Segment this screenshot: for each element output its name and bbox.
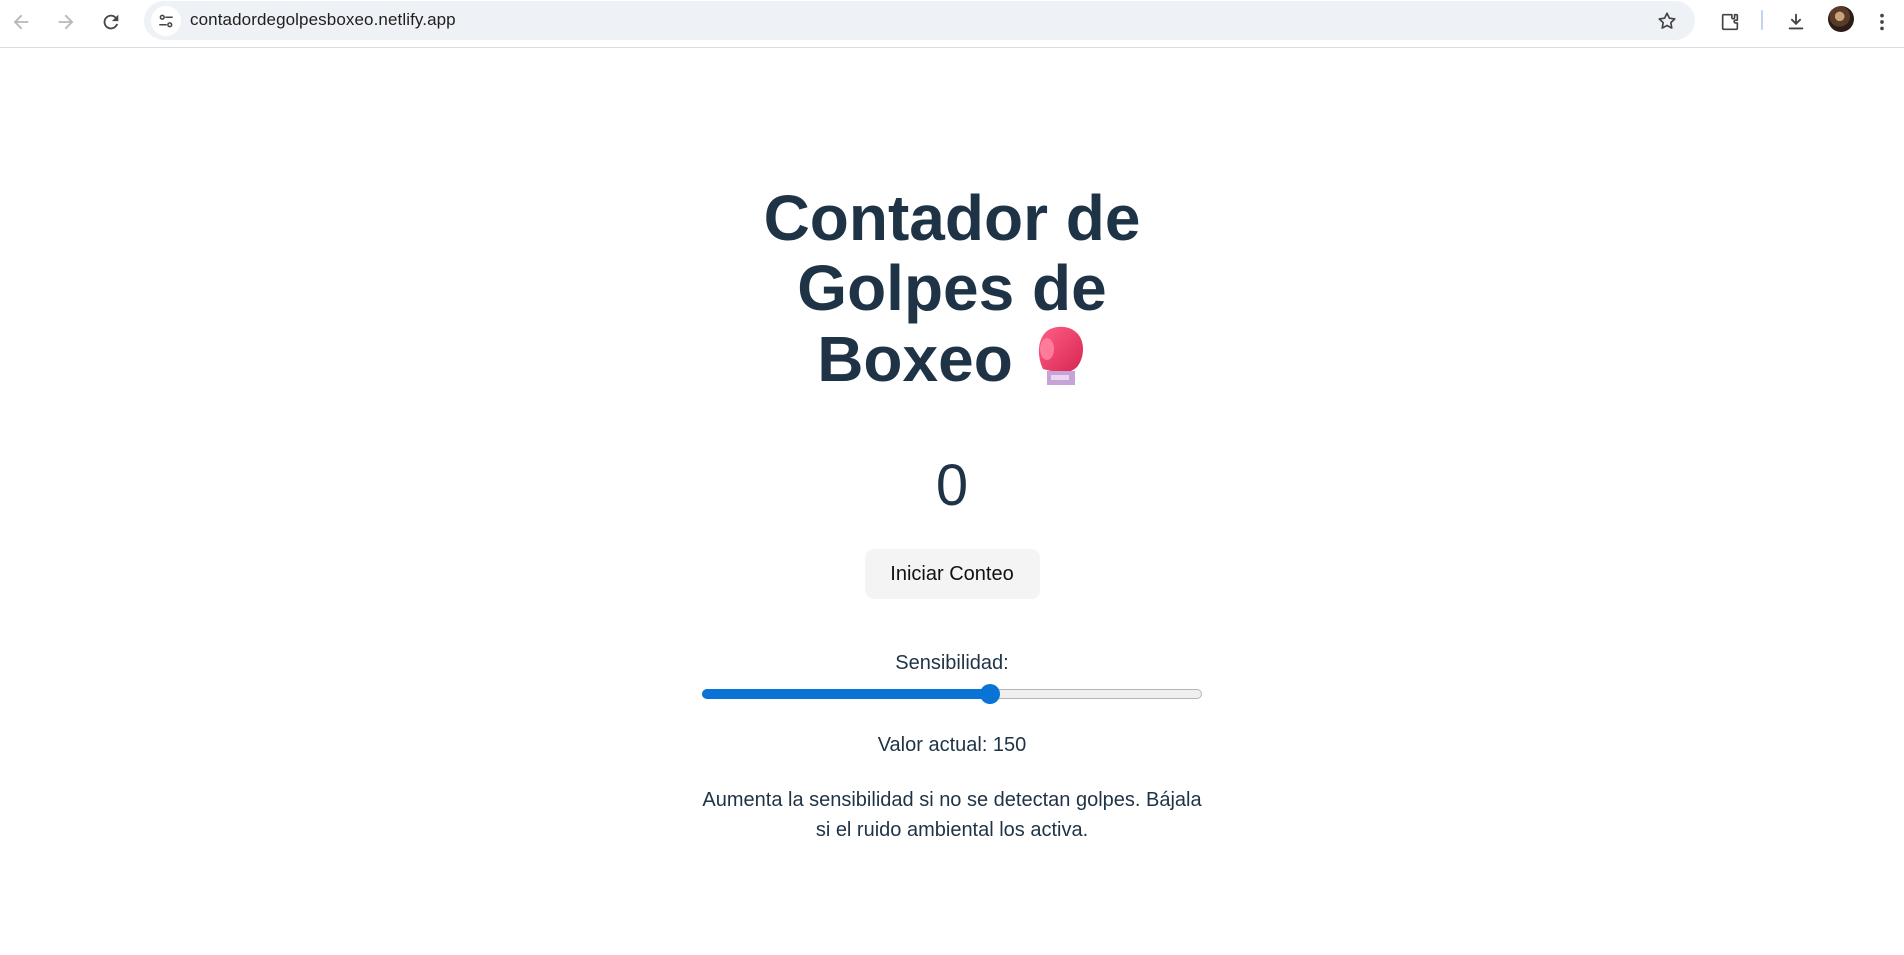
help-text: Aumenta la sensibilidad si no se detecta… [702,789,1202,841]
sensitivity-label: Sensibilidad: [895,652,1009,674]
slider-thumb[interactable] [980,684,1001,704]
reload-icon[interactable] [93,4,129,40]
browser-toolbar: contadordegolpesboxeo.netlify.app [0,0,1904,48]
sensitivity-slider[interactable] [702,684,1202,704]
extensions-icon[interactable] [1712,4,1748,40]
page-title: Contador de Golpes de Boxeo [717,183,1187,400]
page-content: Contador de Golpes de Boxeo 0 Iniciar Co… [0,49,1904,955]
current-value-text: Valor actual: 150 [877,734,1027,756]
back-arrow-icon[interactable] [3,4,39,40]
more-menu-icon[interactable] [1864,4,1900,40]
bookmark-star-icon[interactable] [1651,5,1683,37]
forward-arrow-icon[interactable] [48,4,84,40]
punch-counter: 0 [935,453,969,518]
toolbar-divider [1761,10,1763,30]
slider-fill [702,689,991,699]
url-text[interactable]: contadordegolpesboxeo.netlify.app [190,10,456,30]
download-icon[interactable] [1778,4,1814,40]
site-info-icon[interactable] [151,6,181,36]
profile-avatar[interactable] [1828,6,1854,32]
boxing-glove-icon [1033,323,1087,400]
address-bar[interactable]: contadordegolpesboxeo.netlify.app [144,1,1695,40]
start-count-button[interactable]: Iniciar Conteo [864,549,1040,599]
